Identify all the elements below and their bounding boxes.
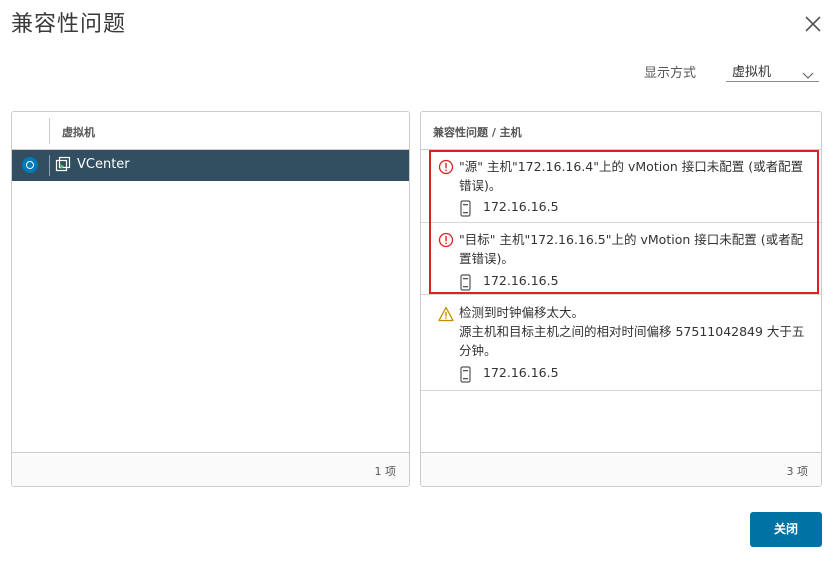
- vm-column-header[interactable]: 虚拟机: [62, 124, 95, 140]
- close-button[interactable]: 关闭: [750, 512, 822, 547]
- vm-grid-header: 虚拟机: [12, 112, 409, 150]
- issue-message: 检测到时钟偏移太大。 源主机和目标主机之间的相对时间偏移 57511042849…: [459, 303, 809, 360]
- view-mode-select[interactable]: 虚拟机: [726, 58, 819, 82]
- issue-item-source: "源" 主机"172.16.16.4"上的 vMotion 接口未配置 (或者配…: [421, 150, 821, 223]
- item-count: 3 项: [786, 465, 809, 478]
- error-icon: [438, 232, 454, 248]
- issue-detail: 源主机和目标主机之间的相对时间偏移 57511042849 大于五分钟。: [459, 324, 805, 358]
- issue-item-target: "目标" 主机"172.16.16.5"上的 vMotion 接口未配置 (或者…: [421, 223, 821, 295]
- row-divider: [49, 155, 50, 176]
- chevron-down-icon: [802, 65, 814, 79]
- vm-grid: 虚拟机 VCenter 1 项: [11, 111, 410, 487]
- error-icon: [438, 159, 454, 175]
- issues-grid: 兼容性问题 / 主机 "源" 主机"172.16.16.4"上的 vMotion…: [420, 111, 822, 487]
- vm-grid-footer: 1 项: [12, 452, 409, 486]
- row-radio[interactable]: [22, 157, 38, 173]
- table-row[interactable]: VCenter: [12, 150, 409, 181]
- host-icon: [460, 274, 471, 291]
- vm-name: VCenter: [77, 157, 130, 172]
- host-name: 172.16.16.5: [483, 199, 559, 214]
- issue-title: 检测到时钟偏移太大。: [459, 305, 585, 320]
- column-divider: [49, 118, 50, 144]
- issue-item-clock: 检测到时钟偏移太大。 源主机和目标主机之间的相对时间偏移 57511042849…: [421, 300, 821, 391]
- vm-icon: [55, 156, 72, 173]
- host-icon: [460, 366, 471, 383]
- warning-icon: [438, 306, 454, 322]
- close-icon[interactable]: [802, 13, 824, 35]
- host-name: 172.16.16.5: [483, 365, 559, 380]
- view-mode-value: 虚拟机: [732, 65, 772, 80]
- host-icon: [460, 200, 471, 217]
- issues-column-header[interactable]: 兼容性问题 / 主机: [433, 124, 522, 140]
- dialog-title: 兼容性问题: [11, 12, 127, 37]
- item-count: 1 项: [374, 465, 397, 478]
- issues-grid-footer: 3 项: [421, 452, 821, 486]
- view-mode-label: 显示方式: [644, 66, 697, 81]
- issues-grid-header: 兼容性问题 / 主机: [421, 112, 821, 150]
- issue-message: "目标" 主机"172.16.16.5"上的 vMotion 接口未配置 (或者…: [459, 232, 804, 266]
- issue-message: "源" 主机"172.16.16.4"上的 vMotion 接口未配置 (或者配…: [459, 159, 804, 193]
- host-name: 172.16.16.5: [483, 273, 559, 288]
